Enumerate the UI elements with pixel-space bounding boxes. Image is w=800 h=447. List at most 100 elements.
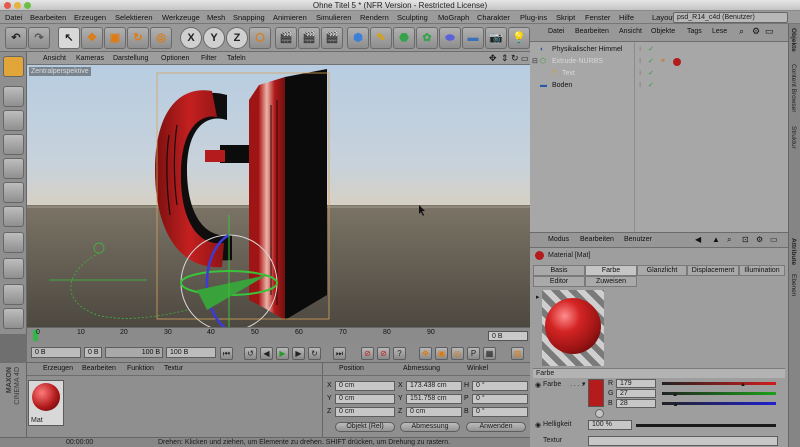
- 3d-viewport[interactable]: Zentralperspektive: [27, 65, 530, 327]
- keyframe-selection-button[interactable]: ?: [393, 347, 406, 360]
- undo-button[interactable]: ↶: [5, 27, 27, 49]
- scene-floor-button[interactable]: ▬: [462, 27, 484, 49]
- visibility-dots-icon[interactable]: ⁝: [639, 80, 641, 92]
- next-key-button[interactable]: ↻: [308, 347, 321, 360]
- menu-mograph[interactable]: MoGraph: [438, 11, 469, 24]
- object-menu-bearbeiten[interactable]: Bearbeiten: [575, 28, 609, 35]
- object-menu-ansicht[interactable]: Ansicht: [619, 28, 642, 35]
- magnet-snap-icon[interactable]: [3, 258, 24, 279]
- object-manager-new-view-icon[interactable]: ▭: [765, 26, 774, 37]
- texture-field[interactable]: [588, 436, 778, 446]
- viewport-rotate-icon[interactable]: ↻: [511, 52, 519, 65]
- menu-bearbeiten[interactable]: Bearbeiten: [30, 11, 66, 24]
- menu-erzeugen[interactable]: Erzeugen: [74, 11, 106, 24]
- light-button[interactable]: 💡: [508, 27, 530, 49]
- recent-tool-button[interactable]: ◎: [150, 27, 172, 49]
- brightness-field[interactable]: 100 %: [588, 420, 632, 430]
- viewport-menu-darstellung[interactable]: Darstellung: [113, 52, 148, 65]
- object-menu-lese[interactable]: Lese: [712, 28, 727, 35]
- section-header-farbe[interactable]: Farbe: [533, 368, 785, 378]
- object-row-boden[interactable]: ▬ Boden ⁝ ✓: [530, 80, 788, 92]
- key-pla-button[interactable]: ▦: [483, 347, 496, 360]
- attribute-menu-bearbeiten[interactable]: Bearbeiten: [580, 236, 614, 243]
- menu-animieren[interactable]: Animieren: [273, 11, 307, 24]
- channel-slider-b[interactable]: [662, 402, 776, 405]
- object-menu-tags[interactable]: Tags: [687, 28, 702, 35]
- tab-editor[interactable]: Editor: [533, 276, 585, 287]
- menu-datei[interactable]: Datei: [5, 11, 23, 24]
- size-mode-select[interactable]: Abmessung: [400, 422, 460, 432]
- previous-frame-button[interactable]: ◀: [260, 347, 273, 360]
- apply-button[interactable]: Anwenden: [466, 422, 526, 432]
- side-tab-attribute[interactable]: Attribute: [790, 238, 797, 265]
- material-menu-erzeugen[interactable]: Erzeugen: [43, 365, 73, 372]
- render-picture-viewer-button[interactable]: 🎬: [298, 27, 320, 49]
- timeline-ruler[interactable]: 0 10 20 30 40 50 60 70 80 90 0 B: [27, 327, 530, 343]
- polygons-mode-icon[interactable]: [3, 206, 24, 227]
- live-selection-tool-button[interactable]: ↖: [58, 27, 80, 49]
- enabled-check-icon[interactable]: ✓: [648, 56, 654, 68]
- viewport-menu-filter[interactable]: Filter: [201, 52, 217, 65]
- viewport-zoom-icon[interactable]: ⇕: [501, 52, 509, 65]
- side-tab-objekte[interactable]: Objekte: [790, 28, 797, 52]
- attribute-menu-modus[interactable]: Modus: [548, 236, 569, 243]
- minimize-window-icon[interactable]: [14, 2, 21, 9]
- visibility-dots-icon[interactable]: ⁝: [639, 56, 641, 68]
- menu-plugins[interactable]: Plug-ins: [520, 11, 547, 24]
- key-parameter-button[interactable]: P: [467, 347, 480, 360]
- material-menu-funktion[interactable]: Funktion: [127, 365, 154, 372]
- go-to-end-button[interactable]: ⏭: [333, 347, 346, 360]
- material-menu-textur[interactable]: Textur: [164, 365, 183, 372]
- rotation-h-field[interactable]: 0 °: [472, 381, 528, 391]
- deformer-button[interactable]: ⬬: [439, 27, 461, 49]
- preview-arrow-icon[interactable]: ▸: [536, 293, 540, 301]
- object-manager-filter-icon[interactable]: ⚙: [752, 26, 760, 37]
- close-window-icon[interactable]: [4, 2, 11, 9]
- tab-basis[interactable]: Basis: [533, 265, 585, 276]
- material-thumbnail-mat[interactable]: Mat: [28, 380, 64, 426]
- side-tab-struktur[interactable]: Struktur: [790, 126, 797, 149]
- menu-charakter[interactable]: Charakter: [477, 11, 510, 24]
- channel-slider-knob-g[interactable]: ▲: [672, 392, 678, 398]
- object-row-physikalischer-himmel[interactable]: ◐ Physikalischer Himmel ⁝ ✓: [530, 44, 788, 56]
- menu-snapping[interactable]: Snapping: [233, 11, 265, 24]
- move-tool-button[interactable]: ✥: [81, 27, 103, 49]
- scale-tool-button[interactable]: ▣: [104, 27, 126, 49]
- tab-zuweisen[interactable]: Zuweisen: [585, 276, 637, 287]
- side-tab-content-browser[interactable]: Content Browser: [790, 64, 797, 112]
- viewport-menu-optionen[interactable]: Optionen: [161, 52, 189, 65]
- tab-farbe[interactable]: Farbe: [585, 265, 637, 276]
- menu-rendern[interactable]: Rendern: [360, 11, 389, 24]
- channel-field-b[interactable]: 28: [616, 399, 656, 408]
- channel-slider-knob-r[interactable]: ▲: [740, 382, 746, 388]
- record-keys-button[interactable]: ⊘: [361, 347, 374, 360]
- material-tag-icon[interactable]: [673, 58, 681, 66]
- size-z-field[interactable]: 0 cm: [406, 407, 462, 417]
- frame-range-slider[interactable]: 100 B: [105, 347, 163, 358]
- position-y-field[interactable]: 0 cm: [335, 394, 395, 404]
- current-frame-field[interactable]: 0 B: [31, 347, 81, 358]
- search-icon[interactable]: ⌕: [727, 235, 731, 245]
- autokey-button[interactable]: ⊘: [377, 347, 390, 360]
- texture-mode-icon[interactable]: [3, 110, 24, 131]
- channel-slider-knob-b[interactable]: ▲: [673, 402, 679, 408]
- tab-displacement[interactable]: Displacement: [687, 265, 739, 276]
- model-mode-icon[interactable]: [3, 86, 24, 107]
- menu-fenster[interactable]: Fenster: [585, 11, 610, 24]
- visibility-dots-icon[interactable]: ⁝: [639, 44, 641, 56]
- rotation-b-field[interactable]: 0 °: [472, 407, 528, 417]
- enabled-check-icon[interactable]: ✓: [648, 44, 654, 56]
- tab-illumination[interactable]: Illumination: [739, 265, 785, 276]
- redo-button[interactable]: ↷: [28, 27, 50, 49]
- x-axis-lock-button[interactable]: X: [180, 27, 202, 49]
- enabled-check-icon[interactable]: ✓: [648, 68, 654, 80]
- position-z-field[interactable]: 0 cm: [335, 407, 395, 417]
- attribute-menu-benutzer[interactable]: Benutzer: [624, 236, 652, 243]
- key-rotation-button[interactable]: ◎: [451, 347, 464, 360]
- enabled-check-icon[interactable]: ✓: [648, 80, 654, 92]
- back-arrow-icon[interactable]: ◀: [695, 235, 701, 244]
- size-y-field[interactable]: 151.758 cm: [406, 394, 462, 404]
- axis-mode-icon[interactable]: [3, 232, 24, 253]
- object-menu-objekte[interactable]: Objekte: [651, 28, 675, 35]
- channel-slider-r[interactable]: [662, 382, 776, 385]
